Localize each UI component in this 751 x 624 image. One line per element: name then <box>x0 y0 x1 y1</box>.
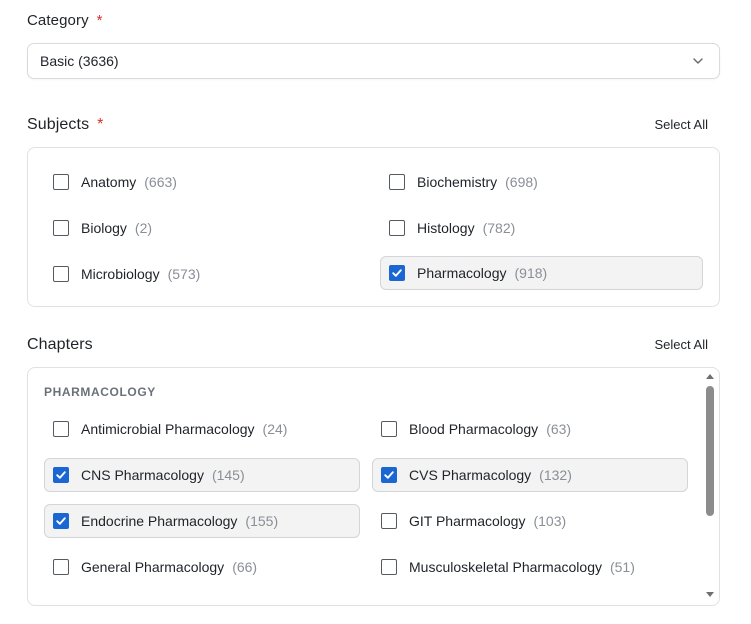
checkmark-icon <box>392 269 402 277</box>
chapter-name: Musculoskeletal Pharmacology <box>409 559 602 575</box>
chapters-label: Chapters <box>27 336 93 353</box>
checkbox[interactable] <box>53 559 69 575</box>
scroll-down-arrow-icon[interactable] <box>705 591 715 601</box>
chapter-name: Antimicrobial Pharmacology <box>81 421 255 437</box>
checkbox[interactable] <box>381 559 397 575</box>
category-selected-value: Basic (3636) <box>40 53 119 69</box>
chevron-down-icon <box>693 58 703 64</box>
subject-item-biochemistry[interactable]: Biochemistry (698) <box>389 165 538 199</box>
subject-name: Microbiology <box>81 266 160 282</box>
subjects-label-text: Subjects <box>27 116 90 133</box>
checkbox-partially-visible[interactable] <box>53 605 69 606</box>
checkbox[interactable] <box>53 174 69 190</box>
subject-count: (573) <box>167 266 201 282</box>
chapter-name: CVS Pharmacology <box>409 467 532 483</box>
checkbox[interactable] <box>381 513 397 529</box>
checkbox-checked[interactable] <box>389 265 405 281</box>
chapter-count: (103) <box>533 513 567 529</box>
chapter-count: (66) <box>232 559 258 575</box>
chapter-item-general[interactable]: General Pharmacology (66) <box>53 550 257 584</box>
checkbox[interactable] <box>389 220 405 236</box>
chapter-count: (132) <box>539 467 572 483</box>
chapters-select-all-button[interactable]: Select All <box>655 337 708 352</box>
chapter-count: (63) <box>546 421 572 437</box>
subject-count: (698) <box>505 174 538 190</box>
checkbox[interactable] <box>53 220 69 236</box>
required-asterisk: * <box>97 116 104 133</box>
checkbox[interactable] <box>53 421 69 437</box>
subject-name: Biochemistry <box>417 174 498 190</box>
subject-name: Pharmacology <box>417 265 507 281</box>
chapter-count: (145) <box>211 467 245 483</box>
subject-count: (918) <box>514 265 548 281</box>
chapter-item-antimicrobial[interactable]: Antimicrobial Pharmacology (24) <box>53 412 287 446</box>
subject-count: (2) <box>134 220 153 236</box>
chapter-item-cvs[interactable]: CVS Pharmacology (132) <box>372 458 688 492</box>
chapter-item-endocrine[interactable]: Endocrine Pharmacology (155) <box>44 504 360 538</box>
category-label-text: Category <box>27 12 89 29</box>
checkbox-checked[interactable] <box>381 467 397 483</box>
chapter-name: General Pharmacology <box>81 559 225 575</box>
subject-name: Biology <box>81 220 127 236</box>
chapter-name: GIT Pharmacology <box>409 513 526 529</box>
chapter-group-title: PHARMACOLOGY <box>44 385 156 399</box>
category-label: Category * <box>27 12 103 29</box>
chapter-count: (24) <box>262 421 288 437</box>
checkmark-icon <box>56 517 66 525</box>
checkmark-icon <box>56 471 66 479</box>
subject-item-anatomy[interactable]: Anatomy (663) <box>53 165 177 199</box>
scrollbar[interactable] <box>705 372 715 601</box>
category-select[interactable]: Basic (3636) <box>27 43 720 79</box>
subject-count: (663) <box>144 174 177 190</box>
subjects-label: Subjects * <box>27 116 104 134</box>
chapter-name: Endocrine Pharmacology <box>81 513 238 529</box>
subject-name: Anatomy <box>81 174 137 190</box>
subject-count: (782) <box>482 220 516 236</box>
checkbox[interactable] <box>381 421 397 437</box>
subject-name: Histology <box>417 220 475 236</box>
scroll-up-arrow-icon[interactable] <box>705 372 715 382</box>
chapter-name: Blood Pharmacology <box>409 421 539 437</box>
subject-item-biology[interactable]: Biology (2) <box>53 211 152 245</box>
chapters-list[interactable]: PHARMACOLOGY Antimicrobial Pharmacology … <box>27 367 720 606</box>
subject-item-histology[interactable]: Histology (782) <box>389 211 515 245</box>
subjects-list: Anatomy (663) Biochemistry (698) Biology… <box>27 147 720 307</box>
subject-item-pharmacology[interactable]: Pharmacology (918) <box>380 256 703 290</box>
checkbox-partially-visible[interactable] <box>381 605 397 606</box>
subject-item-microbiology[interactable]: Microbiology (573) <box>53 257 200 291</box>
checkbox[interactable] <box>53 266 69 282</box>
subjects-select-all-button[interactable]: Select All <box>655 117 708 132</box>
checkbox[interactable] <box>389 174 405 190</box>
chapter-count: (155) <box>245 513 279 529</box>
chapter-item-blood[interactable]: Blood Pharmacology (63) <box>381 412 571 446</box>
chapter-count: (51) <box>609 559 635 575</box>
chapter-item-musculoskeletal[interactable]: Musculoskeletal Pharmacology (51) <box>381 550 635 584</box>
chapter-item-cns[interactable]: CNS Pharmacology (145) <box>44 458 360 492</box>
checkbox-checked[interactable] <box>53 513 69 529</box>
required-asterisk: * <box>96 12 103 29</box>
checkbox-checked[interactable] <box>53 467 69 483</box>
scrollbar-thumb[interactable] <box>706 386 714 516</box>
chapter-item-git[interactable]: GIT Pharmacology (103) <box>381 504 566 538</box>
chapter-name: CNS Pharmacology <box>81 467 204 483</box>
checkmark-icon <box>384 471 394 479</box>
